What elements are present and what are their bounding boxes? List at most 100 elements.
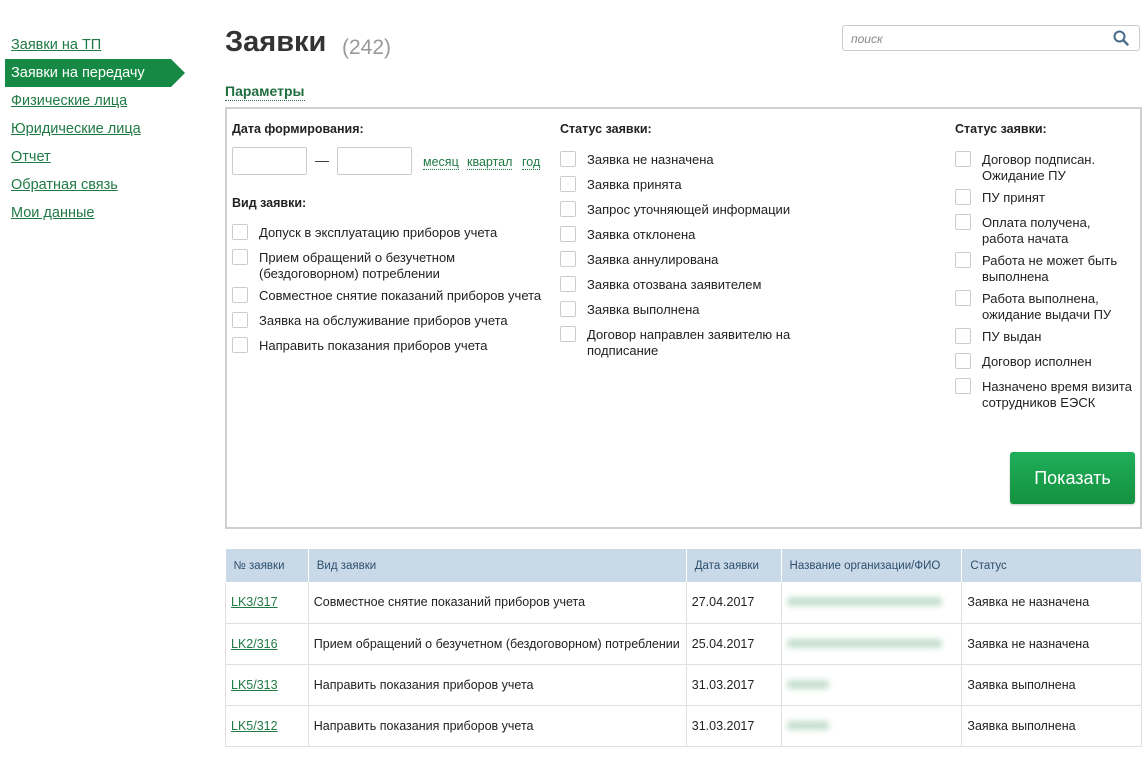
status-checkbox[interactable] xyxy=(560,251,576,267)
request-type: Направить показания приборов учета xyxy=(308,705,687,747)
request-type: Совместное снятие показаний приборов уче… xyxy=(308,582,687,624)
show-button[interactable]: Показать xyxy=(1010,452,1135,504)
status-checkbox[interactable] xyxy=(955,151,971,167)
status-checkbox[interactable] xyxy=(955,328,971,344)
sidebar-item-individuals[interactable]: Физические лица xyxy=(5,87,185,115)
request-date: 31.03.2017 xyxy=(686,705,782,747)
status-option-label: Заявка выполнена xyxy=(587,302,700,317)
status-option[interactable]: Договор подписан. Ожидание ПУ xyxy=(955,151,1132,184)
page-title: Заявки xyxy=(225,26,327,58)
status-option[interactable]: Заявка не назначена xyxy=(560,151,714,168)
request-link[interactable]: LK3/317 xyxy=(231,595,278,609)
status-option[interactable]: Работа выполнена, ожидание выдачи ПУ xyxy=(955,290,1132,323)
status-option[interactable]: Запрос уточняющей информации xyxy=(560,201,791,218)
sidebar-nav: Заявки на ТП Заявки на передачу Физическ… xyxy=(5,31,185,227)
status-option[interactable]: Работа не может быть выполнена xyxy=(955,252,1132,285)
type-option-label: Прием обращений о безучетном (бездоговор… xyxy=(259,250,456,281)
search-icon[interactable] xyxy=(1113,30,1129,46)
date-dash: — xyxy=(315,152,329,168)
status-option-label: Заявка отклонена xyxy=(587,227,696,242)
request-link[interactable]: LK5/312 xyxy=(231,719,278,733)
column-header-date[interactable]: Дата заявки xyxy=(686,549,782,582)
status-option[interactable]: ПУ принят xyxy=(955,189,1132,206)
status-checkbox[interactable] xyxy=(955,189,971,205)
sidebar-item-my-data[interactable]: Мои данные xyxy=(5,199,185,227)
type-option[interactable]: Направить показания приборов учета xyxy=(232,337,542,354)
request-type: Направить показания приборов учета xyxy=(308,664,687,706)
status-checkbox[interactable] xyxy=(955,353,971,369)
status-option-label: Запрос уточняющей информации xyxy=(587,202,791,217)
sidebar-item-tp-requests[interactable]: Заявки на ТП xyxy=(5,31,185,59)
type-checkbox[interactable] xyxy=(232,249,248,265)
status-checkbox[interactable] xyxy=(560,176,576,192)
status-option-label: Заявка аннулирована xyxy=(587,252,719,267)
period-month-link[interactable]: месяц xyxy=(423,155,459,170)
type-label: Вид заявки: xyxy=(232,196,307,210)
params-toggle[interactable]: Параметры xyxy=(225,83,305,101)
status-option[interactable]: Заявка принята xyxy=(560,176,682,193)
status-option[interactable]: Договор направлен заявителю на подписани… xyxy=(560,326,812,359)
status-label-1: Статус заявки: xyxy=(560,122,652,136)
request-type: Прием обращений о безучетном (бездоговор… xyxy=(308,623,687,665)
status-checkbox[interactable] xyxy=(560,276,576,292)
request-link[interactable]: LK5/313 xyxy=(231,678,278,692)
period-year-link[interactable]: год xyxy=(522,155,541,170)
period-quarter-link[interactable]: квартал xyxy=(467,155,513,170)
table-row: LK5/313 Направить показания приборов уче… xyxy=(225,664,1142,706)
params-panel: Дата формирования: — месяц квартал год В… xyxy=(225,107,1142,529)
request-status: Заявка выполнена xyxy=(961,705,1142,747)
status-option[interactable]: Заявка отозвана заявителем xyxy=(560,276,761,293)
type-checkbox[interactable] xyxy=(232,287,248,303)
column-header-organization[interactable]: Название организации/ФИО xyxy=(781,549,963,582)
status-checkbox[interactable] xyxy=(560,226,576,242)
type-option[interactable]: Прием обращений о безучетном (бездоговор… xyxy=(232,249,542,282)
type-option-label: Совместное снятие показаний приборов уче… xyxy=(259,288,542,303)
column-header-type[interactable]: Вид заявки xyxy=(308,549,687,582)
date-to-input[interactable] xyxy=(337,147,412,175)
status-option[interactable]: ПУ выдан xyxy=(955,328,1132,345)
status-checkbox[interactable] xyxy=(955,252,971,268)
type-option-label: Направить показания приборов учета xyxy=(259,338,488,353)
request-link[interactable]: LK2/316 xyxy=(231,637,278,651)
status-checkbox[interactable] xyxy=(560,201,576,217)
type-checkbox[interactable] xyxy=(232,312,248,328)
type-option[interactable]: Совместное снятие показаний приборов уче… xyxy=(232,287,552,304)
status-option[interactable]: Назначено время визита сотрудников ЕЭСК xyxy=(955,378,1142,411)
status-checkbox[interactable] xyxy=(955,378,971,394)
date-from-input[interactable] xyxy=(232,147,307,175)
status-option[interactable]: Заявка выполнена xyxy=(560,301,700,318)
table-row: LK5/312 Направить показания приборов уче… xyxy=(225,705,1142,747)
status-option[interactable]: Оплата получена, работа начата xyxy=(955,214,1132,247)
status-option[interactable]: Заявка аннулирована xyxy=(560,251,719,268)
status-checkbox[interactable] xyxy=(560,151,576,167)
status-option-label: Заявка не назначена xyxy=(587,152,714,167)
column-header-number[interactable]: № заявки xyxy=(225,549,309,582)
status-option[interactable]: Договор исполнен xyxy=(955,353,1132,370)
sidebar-item-feedback[interactable]: Обратная связь xyxy=(5,171,185,199)
status-checkbox[interactable] xyxy=(560,301,576,317)
status-checkbox[interactable] xyxy=(955,290,971,306)
sidebar-item-legal-entities[interactable]: Юридические лица xyxy=(5,115,185,143)
status-option-label: Работа не может быть выполнена xyxy=(982,253,1118,284)
organization-redacted xyxy=(781,623,963,665)
type-option[interactable]: Допуск в эксплуатацию приборов учета xyxy=(232,224,542,241)
sidebar-item-report[interactable]: Отчет xyxy=(5,143,185,171)
status-checkbox[interactable] xyxy=(560,326,576,342)
status-checkbox[interactable] xyxy=(955,214,971,230)
sidebar-item-transfer-requests[interactable]: Заявки на передачу xyxy=(5,59,185,87)
type-checkbox[interactable] xyxy=(232,337,248,353)
requests-table: № заявки Вид заявки Дата заявки Название… xyxy=(225,549,1142,747)
type-option-label: Заявка на обслуживание приборов учета xyxy=(259,313,508,328)
request-date: 27.04.2017 xyxy=(686,582,782,624)
table-row: LK3/317 Совместное снятие показаний приб… xyxy=(225,582,1142,624)
search-box xyxy=(842,25,1140,51)
status-option[interactable]: Заявка отклонена xyxy=(560,226,696,243)
table-header-row: № заявки Вид заявки Дата заявки Название… xyxy=(225,549,1142,582)
request-date: 31.03.2017 xyxy=(686,664,782,706)
type-option[interactable]: Заявка на обслуживание приборов учета xyxy=(232,312,542,329)
search-input[interactable] xyxy=(849,27,1108,51)
organization-redacted xyxy=(781,664,963,706)
status-option-label: Договор направлен заявителю на подписани… xyxy=(587,327,791,358)
type-checkbox[interactable] xyxy=(232,224,248,240)
column-header-status[interactable]: Статус xyxy=(961,549,1142,582)
